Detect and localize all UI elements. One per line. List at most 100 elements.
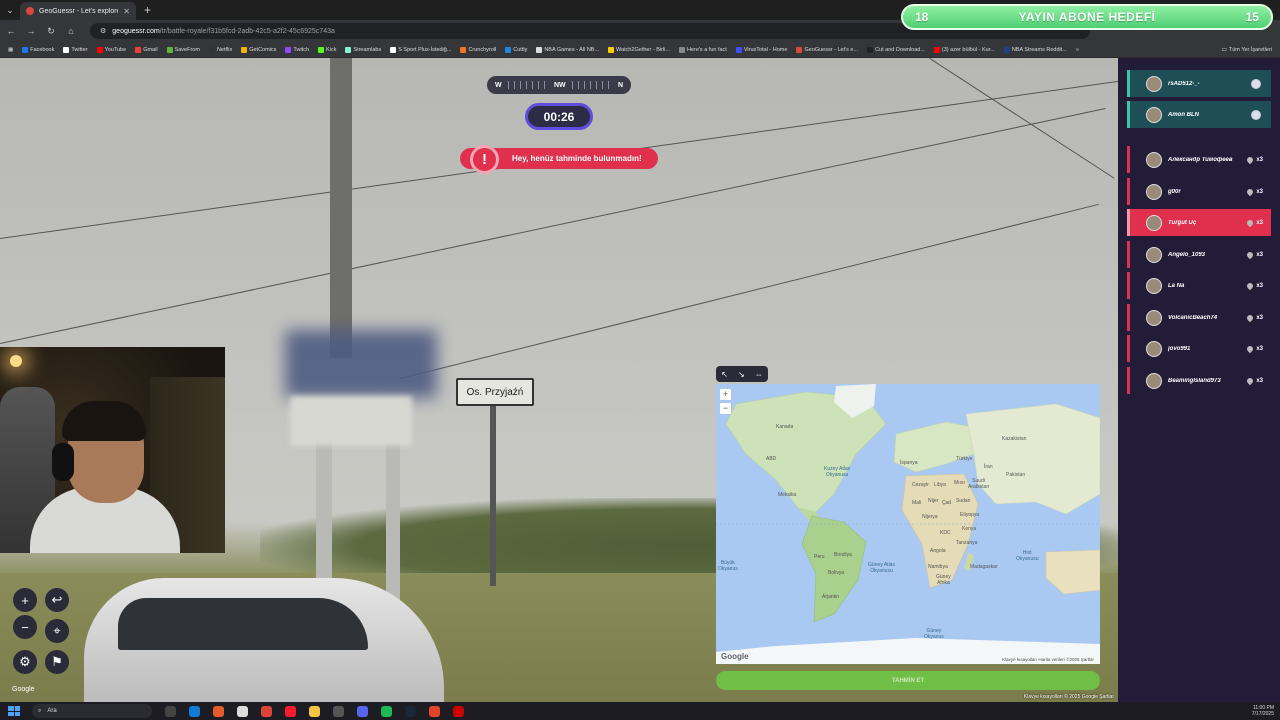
map-country-label: Kazakistan	[1002, 436, 1027, 442]
bookmark-item[interactable]: VirusTotal - Home	[735, 46, 787, 53]
folder-icon: ▭	[1221, 46, 1227, 53]
alert-icon: !	[470, 145, 499, 174]
steam-icon[interactable]	[405, 705, 416, 717]
avatar	[1146, 214, 1162, 231]
browser-tab[interactable]: GeoGuessr - Let's explore the ... ✕	[20, 2, 136, 20]
avatar	[1146, 151, 1162, 168]
bookmark-item[interactable]: Here's a fun fact	[678, 46, 727, 53]
back-icon[interactable]: ←	[4, 26, 18, 36]
bookmark-item[interactable]: S Sport Plus-İstediğ...	[390, 46, 451, 53]
pin-icon	[1246, 313, 1255, 322]
bookmark-item[interactable]: Kick	[318, 46, 336, 53]
map-zoom-in-button[interactable]: +	[720, 389, 731, 400]
all-bookmarks-button[interactable]: ▭ Tüm Yer İşaretleri	[1222, 47, 1272, 53]
taskbar-clock[interactable]: 11:00 PM 7/17/2025	[1252, 705, 1274, 717]
app-icon[interactable]	[333, 705, 344, 717]
power-line	[929, 58, 1115, 179]
map-country-label: İspanya	[900, 460, 918, 466]
spotify-icon[interactable]	[381, 705, 392, 717]
utility-pole	[330, 58, 352, 358]
reload-icon[interactable]: ↻	[44, 26, 58, 37]
new-tab-icon[interactable]: +	[144, 3, 151, 17]
edge-icon[interactable]	[189, 705, 200, 717]
map-country-label: KDC	[940, 530, 951, 536]
map-country-label: Arjantin	[822, 594, 839, 600]
bookmark-item[interactable]: GetComics	[241, 46, 276, 53]
bookmark-item[interactable]: Cuttly	[505, 46, 527, 53]
bookmark-item[interactable]: SaveFrom	[166, 46, 200, 53]
pin-icon	[1246, 155, 1255, 164]
map-country-label: Brezilya	[834, 552, 852, 558]
guess-map[interactable]: + − Kuzey Atlas Okyanusu Güney Atlas Oky…	[716, 384, 1100, 664]
taskbar-search[interactable]: ⌕ Ara	[32, 704, 152, 718]
chrome-icon[interactable]	[261, 705, 272, 717]
app-icon[interactable]	[429, 705, 440, 717]
map-shrink-icon[interactable]: ↘	[738, 370, 745, 379]
home-icon[interactable]: ⌂	[64, 26, 78, 36]
player-name: Turgut Uç	[1168, 219, 1197, 226]
discord-icon[interactable]	[357, 705, 368, 717]
map-country-label: Angola	[930, 548, 946, 554]
return-to-start-button[interactable]: ⌖	[45, 619, 69, 643]
geoguessr-favicon-icon	[26, 7, 34, 15]
bookmark-item[interactable]: Streamlabs	[345, 46, 381, 53]
apps-grid-icon[interactable]: ▦	[8, 47, 13, 53]
site-info-icon[interactable]: ⚙	[100, 27, 106, 35]
guess-button[interactable]: TAHMİN ET	[716, 671, 1100, 690]
bookmark-item[interactable]: Netflix	[208, 46, 232, 53]
blurred-sign-plate	[290, 396, 412, 446]
map-zoom-out-button[interactable]: −	[720, 403, 731, 414]
zoom-in-button[interactable]: +	[13, 588, 37, 612]
zoom-out-button[interactable]: −	[13, 615, 37, 639]
avatar	[1146, 340, 1162, 357]
compass-ticks	[571, 81, 612, 89]
search-icon: ⌕	[38, 707, 42, 714]
player-row: VolcanicBeach74 x3	[1127, 304, 1271, 331]
bookmark-item[interactable]: Crunchyroll	[460, 46, 496, 53]
map-country-label: Nijer	[928, 498, 939, 504]
undo-move-button[interactable]: ↩	[45, 588, 69, 612]
map-country-label: Pakistan	[1006, 472, 1026, 478]
forward-icon[interactable]: →	[24, 26, 38, 36]
bookmarks-more-button[interactable]: »	[1076, 47, 1079, 53]
store-icon[interactable]	[213, 705, 224, 717]
bookmark-item[interactable]: (3) azer bülbül - Kur...	[933, 46, 995, 53]
player-name: BeamingIsland973	[1168, 377, 1221, 384]
map-expand-icon[interactable]: ↖	[721, 370, 728, 379]
app-icon[interactable]	[237, 705, 248, 717]
player-status-icon	[1251, 109, 1261, 120]
bookmark-item[interactable]: Watch2Gether - Birli...	[608, 46, 670, 53]
player-row-ally: rsAD512-_-	[1127, 70, 1271, 97]
goal-target: 15	[1245, 10, 1259, 24]
indian-ocean-label: Hint Okyanusu	[1016, 550, 1039, 562]
task-view-icon[interactable]	[165, 705, 176, 717]
screen: ⌄ GeoGuessr - Let's explore the ... ✕ + …	[0, 0, 1280, 720]
bookmark-item[interactable]: GeoGuessr - Let's e...	[796, 46, 858, 53]
bookmark-item[interactable]: Facebook	[22, 46, 54, 53]
bookmark-item[interactable]: NBA Streams Reddit...	[1003, 46, 1067, 53]
flag-button[interactable]: ⚑	[45, 650, 69, 674]
bookmark-item[interactable]: Twitch	[285, 46, 309, 53]
map-pin-icon[interactable]: ⇔	[755, 370, 763, 379]
bookmark-item[interactable]: Cut and Download...	[867, 46, 925, 53]
opera-icon[interactable]	[285, 705, 296, 717]
settings-button[interactable]: ⚙	[13, 650, 37, 674]
bookmark-item[interactable]: Twitter	[63, 46, 88, 53]
compass-west: W	[495, 81, 502, 89]
bookmark-item[interactable]: YouTube	[96, 46, 126, 53]
map-country-label: Suudi Arabistan	[968, 478, 990, 490]
player-status-icon	[1251, 78, 1261, 89]
pin-icon	[1246, 376, 1255, 385]
webcam-overlay	[0, 347, 225, 553]
tab-search-icon[interactable]: ⌄	[0, 0, 20, 20]
url-host: geoguessr.com	[112, 27, 160, 35]
map-country-label: Sudan	[956, 498, 971, 504]
player-row: jovo991 x3	[1127, 335, 1271, 362]
bookmark-item[interactable]: NBA Games - All NB...	[536, 46, 599, 53]
file-explorer-icon[interactable]	[309, 705, 320, 717]
close-tab-icon[interactable]: ✕	[123, 7, 130, 16]
obs-icon[interactable]	[453, 705, 464, 717]
windows-start-icon[interactable]	[8, 706, 20, 716]
map-country-label: Kanada	[776, 424, 794, 430]
bookmark-item[interactable]: Gmail	[135, 46, 158, 53]
